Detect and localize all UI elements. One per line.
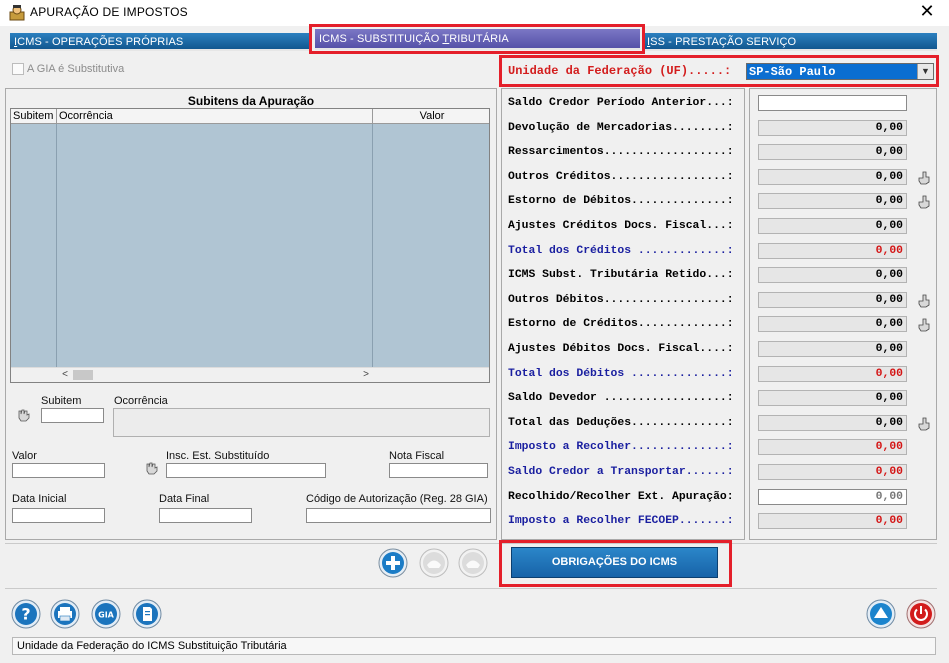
apuracao-label: Outros Débitos..................:	[508, 294, 734, 306]
apuracao-value: 0,00	[758, 169, 907, 185]
grid-column	[373, 124, 489, 368]
remove-icon[interactable]	[419, 548, 449, 578]
column-header-subitem[interactable]: Subitem	[11, 109, 57, 123]
apuracao-label: Estorno de Créditos.............:	[508, 318, 734, 330]
apuracao-label: Saldo Credor Período Anterior...:	[508, 97, 734, 109]
data-final-input[interactable]	[159, 508, 252, 523]
hand-pointer-icon[interactable]	[917, 317, 933, 332]
edit-icon[interactable]	[458, 548, 488, 578]
apuracao-value: 0,00	[758, 292, 907, 308]
grid-column	[57, 124, 373, 368]
apuracao-label: ICMS Subst. Tributária Retido...:	[508, 269, 734, 281]
apuracao-label: Ressarcimentos..................:	[508, 146, 734, 158]
apuracao-label: Imposto a Recolher FECOEP.......:	[508, 515, 734, 527]
data-final-label: Data Final	[159, 493, 210, 505]
hand-pointer-icon[interactable]	[144, 460, 160, 475]
tab-icms-operacoes-proprias[interactable]: ICMS - OPERAÇÕES PRÓPRIAS	[10, 33, 310, 51]
apuracao-label: Devolução de Mercadorias........:	[508, 122, 734, 134]
gia-icon-text: GIA	[98, 611, 115, 620]
divider	[5, 543, 937, 544]
gia-substitutiva-label: A GIA é Substitutiva	[27, 63, 125, 75]
subitens-grid[interactable]: Subitem Ocorrência Valor < >	[10, 108, 490, 383]
valor-label: Valor	[12, 450, 37, 462]
apuracao-label: Recolhido/Recolher Ext. Apuração:	[508, 491, 734, 503]
subitem-label: Subitem	[41, 395, 82, 407]
apuracao-value: 0,00	[758, 415, 907, 431]
apuracao-value: 0,00	[758, 464, 907, 480]
ocorrencia-field[interactable]	[113, 408, 490, 437]
scroll-thumb[interactable]	[73, 370, 93, 380]
apuracao-value: 0,00	[758, 243, 907, 259]
scroll-right-icon[interactable]: >	[358, 368, 374, 382]
data-inicial-label: Data Inicial	[12, 493, 67, 505]
divider	[5, 588, 937, 589]
apuracao-value: 0,00	[758, 120, 907, 136]
column-header-valor[interactable]: Valor	[373, 109, 489, 123]
insc-est-label: Insc. Est. Substituído	[166, 450, 270, 462]
apuracao-value: 0,00	[758, 316, 907, 332]
highlight-obrigacoes	[499, 540, 732, 587]
nota-fiscal-input[interactable]	[389, 463, 488, 478]
grid-header: Subitem Ocorrência Valor	[11, 109, 489, 124]
apuracao-value[interactable]: 0,00	[758, 489, 907, 505]
highlight-uf	[499, 55, 939, 87]
apuracao-value: 0,00	[758, 341, 907, 357]
help-icon[interactable]: ?	[11, 599, 41, 629]
apuracao-label: Ajustes Débitos Docs. Fiscal....:	[508, 343, 734, 355]
apuracao-label: Total dos Débitos ..............:	[508, 368, 734, 380]
apuracao-label: Ajustes Créditos Docs. Fiscal...:	[508, 220, 734, 232]
apuracao-value: 0,00	[758, 366, 907, 382]
print-icon[interactable]	[50, 599, 80, 629]
apuracao-value: 0,00	[758, 193, 907, 209]
apuracao-label: Total das Deduções..............:	[508, 417, 734, 429]
add-icon[interactable]	[378, 548, 408, 578]
document-icon[interactable]	[132, 599, 162, 629]
arrow-up-icon[interactable]	[866, 599, 896, 629]
hand-pointer-icon[interactable]	[16, 407, 32, 422]
svg-text:?: ?	[21, 605, 30, 624]
hand-pointer-icon[interactable]	[917, 194, 933, 209]
apuracao-label: Saldo Credor a Transportar......:	[508, 466, 734, 478]
codigo-autorizacao-input[interactable]	[306, 508, 491, 523]
horizontal-scrollbar[interactable]: < >	[11, 367, 489, 382]
app-icon	[9, 5, 25, 21]
apuracao-label: Imposto a Recolher..............:	[508, 441, 734, 453]
gia-substitutiva-checkbox[interactable]	[12, 63, 24, 75]
apuracao-label: Outros Créditos.................:	[508, 171, 734, 183]
column-header-ocorrencia[interactable]: Ocorrência	[57, 109, 373, 123]
ocorrencia-label: Ocorrência	[114, 395, 168, 407]
highlight-tab-st	[309, 24, 645, 54]
gia-icon[interactable]: GIA	[91, 599, 121, 629]
codigo-autorizacao-label: Código de Autorização (Reg. 28 GIA)	[306, 493, 488, 505]
apuracao-value[interactable]	[758, 95, 907, 111]
apuracao-value: 0,00	[758, 390, 907, 406]
apuracao-label: Saldo Devedor ..................:	[508, 392, 734, 404]
apuracao-value: 0,00	[758, 218, 907, 234]
apuracao-label: Total dos Créditos .............:	[508, 245, 734, 257]
apuracao-label: Estorno de Débitos..............:	[508, 195, 734, 207]
nota-fiscal-label: Nota Fiscal	[389, 450, 445, 462]
apuracao-value: 0,00	[758, 267, 907, 283]
close-button[interactable]: ✕	[912, 0, 942, 24]
scroll-left-icon[interactable]: <	[57, 368, 73, 382]
window-title: APURAÇÃO DE IMPOSTOS	[30, 5, 188, 19]
hand-pointer-icon[interactable]	[917, 293, 933, 308]
subitens-title: Subitens da Apuração	[187, 94, 315, 108]
data-inicial-input[interactable]	[12, 508, 105, 523]
valor-input[interactable]	[12, 463, 105, 478]
apuracao-value: 0,00	[758, 513, 907, 529]
apuracao-value: 0,00	[758, 439, 907, 455]
power-icon[interactable]	[906, 599, 936, 629]
hand-pointer-icon[interactable]	[917, 416, 933, 431]
insc-est-input[interactable]	[166, 463, 326, 478]
subitem-input[interactable]	[41, 408, 104, 423]
tab-iss-prestacao-servico[interactable]: ISS - PRESTAÇÃO SERVIÇO	[643, 33, 937, 51]
status-bar: Unidade da Federação do ICMS Substituiçã…	[12, 637, 936, 655]
grid-column	[11, 124, 57, 368]
hand-pointer-icon[interactable]	[917, 170, 933, 185]
apuracao-value: 0,00	[758, 144, 907, 160]
